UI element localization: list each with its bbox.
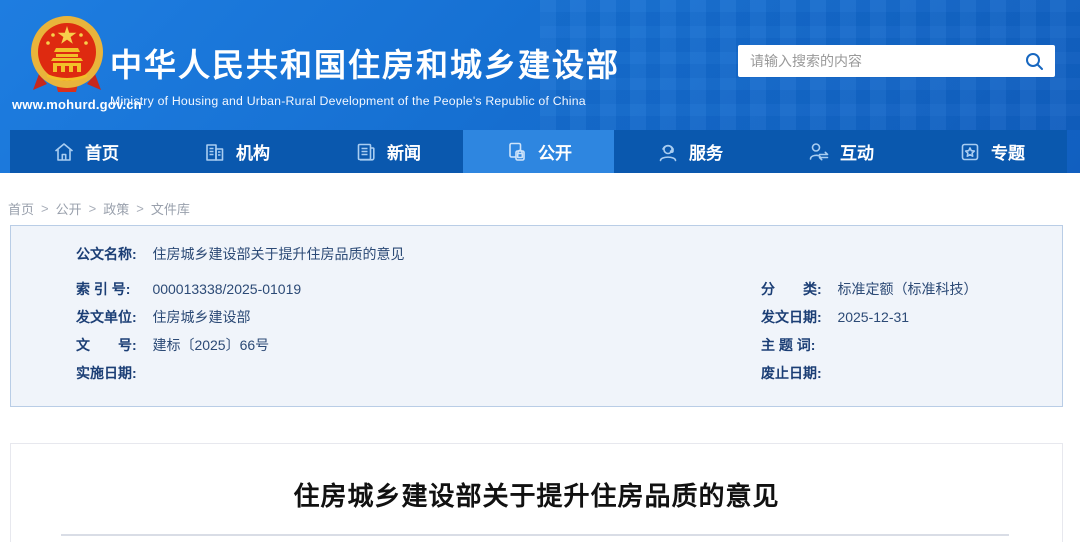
- doc-field-row: 文 号: 建标〔2025〕66号 主 题 词:: [76, 331, 1062, 359]
- article-box: 住房城乡建设部关于提升住房品质的意见: [10, 443, 1063, 542]
- site-title-cn: 中华人民共和国住房和城乡建设部: [110, 47, 621, 83]
- doc-field-category: 分 类: 标准定额（标准科技）: [761, 275, 977, 303]
- doc-field-issuing-unit: 发文单位: 住房城乡建设部: [76, 303, 761, 331]
- doc-field-index-number: 索 引 号: 000013338/2025-01019: [76, 275, 761, 303]
- nav-item-label: 公开: [538, 144, 572, 163]
- site-header: www.mohurd.gov.cn 中华人民共和国住房和城乡建设部 Minist…: [0, 0, 1080, 173]
- topics-icon: [958, 140, 982, 164]
- doc-field-effective-date: 实施日期:: [76, 359, 761, 387]
- search-icon: [1025, 52, 1043, 70]
- breadcrumb-separator: >: [41, 201, 49, 216]
- doc-field-row: 发文单位: 住房城乡建设部 发文日期: 2025-12-31: [76, 303, 1062, 331]
- doc-field-label: 发文日期:: [761, 309, 822, 325]
- nav-item-label: 专题: [991, 144, 1025, 163]
- doc-field-label: 公文名称:: [76, 246, 137, 262]
- search-box: [738, 45, 1055, 77]
- doc-field-label: 索 引 号:: [76, 281, 131, 297]
- china-national-emblem-icon: [31, 16, 103, 92]
- nav-item-disclosure[interactable]: 公开: [463, 130, 614, 173]
- site-title-en: Ministry of Housing and Urban-Rural Deve…: [110, 94, 586, 108]
- main-nav: 首页 机构 新闻 公开 服务 互动 专题: [10, 130, 1067, 173]
- nav-item-organization[interactable]: 机构: [161, 130, 312, 173]
- nav-item-label: 首页: [85, 144, 119, 163]
- service-icon: [656, 140, 680, 164]
- doc-field-label: 主 题 词:: [761, 337, 816, 353]
- article-divider: [61, 534, 1009, 536]
- nav-item-home[interactable]: 首页: [10, 130, 161, 173]
- building-icon: [203, 140, 227, 164]
- doc-field-label: 发文单位:: [76, 309, 137, 325]
- doc-field-value: 2025-12-31: [837, 309, 910, 325]
- doc-field-value: 住房城乡建设部: [152, 309, 251, 325]
- breadcrumb-item-disclosure[interactable]: 公开: [56, 199, 82, 218]
- doc-field-name: 公文名称: 住房城乡建设部关于提升住房品质的意见: [76, 242, 1062, 275]
- doc-field-value: 建标〔2025〕66号: [152, 337, 270, 353]
- doc-field-subject-words: 主 题 词:: [761, 331, 833, 359]
- search-input[interactable]: [750, 53, 1023, 69]
- article-title: 住房城乡建设部关于提升住房品质的意见: [293, 481, 780, 511]
- site-title-block: 中华人民共和国住房和城乡建设部 Ministry of Housing and …: [110, 40, 620, 108]
- search-button[interactable]: [1023, 50, 1045, 72]
- doc-field-value: 000013338/2025-01019: [152, 281, 302, 297]
- nav-item-news[interactable]: 新闻: [312, 130, 463, 173]
- doc-field-repeal-date: 废止日期:: [761, 359, 833, 387]
- document-info-box: 公文名称: 住房城乡建设部关于提升住房品质的意见 索 引 号: 00001333…: [10, 225, 1063, 407]
- page: www.mohurd.gov.cn 中华人民共和国住房和城乡建设部 Minist…: [0, 0, 1080, 542]
- doc-field-value: 标准定额（标准科技）: [837, 281, 978, 297]
- doc-field-row: 实施日期: 废止日期:: [76, 359, 1062, 387]
- nav-item-topics[interactable]: 专题: [916, 130, 1067, 173]
- disclosure-icon: [505, 140, 529, 164]
- breadcrumb-item-home[interactable]: 首页: [8, 199, 34, 218]
- doc-field-label: 分 类:: [761, 281, 822, 297]
- nav-item-interaction[interactable]: 互动: [765, 130, 916, 173]
- interaction-icon: [807, 140, 831, 164]
- breadcrumb-item-policy[interactable]: 政策: [103, 199, 129, 218]
- doc-field-document-number: 文 号: 建标〔2025〕66号: [76, 331, 761, 359]
- nav-item-label: 新闻: [387, 144, 421, 163]
- nav-item-label: 机构: [236, 144, 270, 163]
- home-icon: [52, 140, 76, 164]
- nav-item-services[interactable]: 服务: [614, 130, 765, 173]
- breadcrumb-item-document-library[interactable]: 文件库: [151, 199, 190, 218]
- doc-field-label: 实施日期:: [76, 365, 137, 381]
- doc-field-issue-date: 发文日期: 2025-12-31: [761, 303, 909, 331]
- doc-field-label: 废止日期:: [761, 365, 822, 381]
- doc-field-row: 索 引 号: 000013338/2025-01019 分 类: 标准定额（标准…: [76, 275, 1062, 303]
- site-logo[interactable]: [22, 14, 112, 96]
- breadcrumb-separator: >: [136, 201, 144, 216]
- doc-field-label: 文 号:: [76, 337, 137, 353]
- nav-item-label: 互动: [840, 144, 874, 163]
- news-icon: [354, 140, 378, 164]
- breadcrumb: 首页 > 公开 > 政策 > 文件库: [0, 173, 1080, 225]
- doc-field-value: 住房城乡建设部关于提升住房品质的意见: [152, 246, 405, 262]
- breadcrumb-separator: >: [88, 201, 97, 216]
- nav-item-label: 服务: [689, 144, 723, 163]
